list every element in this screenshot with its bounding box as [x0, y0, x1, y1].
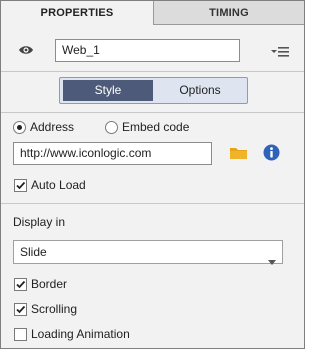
auto-load-label: Auto Load: [31, 178, 86, 192]
properties-panel: PROPERTIES TIMING Web_1 Style Options Ad…: [0, 0, 305, 349]
auto-load-checkbox[interactable]: [14, 178, 27, 192]
divider: [1, 71, 304, 72]
border-checkbox[interactable]: [14, 277, 27, 291]
style-options-toggle: Style Options: [59, 77, 248, 104]
folder-icon[interactable]: [230, 146, 248, 160]
loading-animation-label: Loading Animation: [31, 327, 130, 341]
object-name-input[interactable]: Web_1: [55, 39, 240, 62]
segment-options[interactable]: Options: [155, 80, 245, 101]
address-label: Address: [30, 120, 75, 134]
embed-code-radio-row[interactable]: Embed code: [105, 120, 189, 134]
embed-code-label: Embed code: [122, 120, 190, 134]
eye-icon[interactable]: [18, 44, 34, 56]
divider: [1, 203, 304, 204]
divider: [1, 112, 304, 113]
tab-timing[interactable]: TIMING: [153, 1, 304, 25]
url-input[interactable]: http://www.iconlogic.com: [13, 142, 212, 165]
scrolling-label: Scrolling: [31, 302, 78, 316]
display-in-value: Slide: [20, 245, 47, 259]
loading-animation-row[interactable]: Loading Animation: [14, 327, 130, 341]
auto-load-row[interactable]: Auto Load: [14, 178, 86, 192]
scrolling-checkbox[interactable]: [14, 302, 27, 316]
address-radio-row[interactable]: Address: [13, 120, 74, 134]
address-radio[interactable]: [13, 120, 26, 134]
embed-code-radio[interactable]: [105, 120, 118, 134]
display-in-select[interactable]: Slide: [13, 240, 283, 265]
tab-properties[interactable]: PROPERTIES: [1, 1, 154, 25]
tab-bar: PROPERTIES TIMING: [1, 1, 304, 25]
border-label: Border: [31, 277, 68, 291]
display-in-label: Display in: [13, 215, 66, 229]
segment-style[interactable]: Style: [63, 80, 153, 101]
info-icon[interactable]: [263, 144, 280, 161]
panel-menu-icon[interactable]: [271, 46, 289, 58]
loading-animation-checkbox[interactable]: [14, 327, 27, 341]
scrolling-row[interactable]: Scrolling: [14, 302, 77, 316]
border-row[interactable]: Border: [14, 277, 67, 291]
chevron-down-icon: [268, 250, 276, 265]
